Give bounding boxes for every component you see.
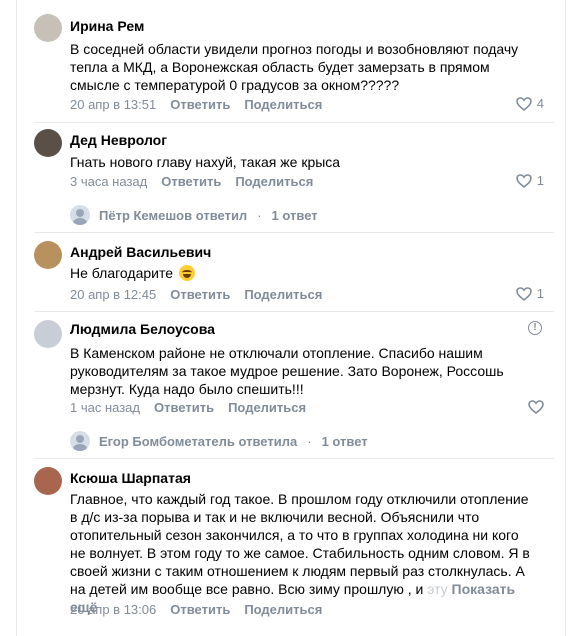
share-button[interactable]: Поделиться — [244, 97, 322, 112]
comment-meta: 3 часа назад Ответить Поделиться — [70, 174, 313, 190]
reply-count: 1 ответ — [271, 207, 318, 223]
avatar[interactable] — [34, 320, 62, 348]
comment-author[interactable]: Ксюша Шарпатая — [70, 469, 191, 487]
comment-text-line: отопительный сезон закончился, а то что … — [70, 527, 519, 543]
heart-icon — [528, 400, 544, 414]
comment-text-line: руководителям за такое мудрое решение. З… — [70, 363, 504, 379]
comment-meta: 20 апр в 13:51 Ответить Поделиться — [70, 97, 322, 113]
comment-meta: 20 апр в 12:45 Ответить Поделиться — [70, 287, 322, 303]
reply-button[interactable]: Ответить — [170, 97, 230, 112]
comment-text-line: в д/с из-за порыва и так и не включили в… — [70, 509, 480, 525]
faded-text: эту — [427, 581, 448, 597]
comment-text-line: Не благодарите — [70, 265, 174, 281]
comment-author[interactable]: Дед Невролог — [70, 131, 167, 149]
comment-text-line: Гнать нового главу нахуй, такая же крыса — [70, 154, 341, 170]
reply-button[interactable]: Ответить — [154, 400, 214, 415]
dot-separator: · — [257, 207, 262, 223]
share-button[interactable]: Поделиться — [228, 400, 306, 415]
heart-icon — [515, 173, 532, 188]
comment-item: Ирина Рем В соседней области увидели про… — [34, 14, 554, 124]
right-border — [565, 0, 566, 636]
replies-thread[interactable]: Егор Бомбометатель ответила · 1 ответ — [70, 431, 368, 451]
like-count: 1 — [536, 286, 544, 301]
comment-text: В соседней области увидели прогноз погод… — [70, 40, 546, 94]
comment-text: Не благодарите — [70, 264, 546, 282]
comment-time[interactable]: 20 апр в 13:06 — [70, 602, 156, 617]
avatar — [70, 431, 90, 451]
reply-author: Егор Бомбометатель ответила — [99, 433, 298, 449]
reply-button[interactable]: Ответить — [161, 174, 221, 189]
comment-text-line: своей жизни с таким отношением к людям п… — [70, 563, 525, 579]
reply-author: Пётр Кемешов ответил — [99, 207, 248, 223]
comment-item: Дед Невролог Гнать нового главу нахуй, т… — [34, 127, 554, 227]
comment-text-line: тепла а МКД, а Воронежская область будет… — [70, 59, 490, 75]
separator — [34, 232, 554, 233]
avatar[interactable] — [34, 467, 62, 495]
comment-meta: 20 апр в 13:06 Ответить Поделиться — [70, 602, 322, 618]
comment-text-fragment: на детей им вообще все равно. Всю зиму п… — [70, 581, 424, 597]
left-border — [16, 0, 17, 636]
comment-item: Ксюша Шарпатая Главное, что каждый год т… — [34, 466, 554, 626]
reply-count: 1 ответ — [321, 433, 368, 449]
comment-time[interactable]: 20 апр в 13:51 — [70, 97, 156, 112]
comment-item: Андрей Васильевич Не благодарите 20 апр … — [34, 240, 554, 310]
like-count: 1 — [536, 173, 544, 188]
comment-text-line: мерзнут. Куда надо было спешить!!! — [70, 381, 304, 397]
like-button[interactable]: 4 — [515, 96, 544, 111]
share-button[interactable]: Поделиться — [244, 602, 322, 617]
comment-text: Главное, что каждый год такое. В прошлом… — [70, 490, 546, 616]
comment-text: Гнать нового главу нахуй, такая же крыса — [70, 153, 546, 171]
like-count: 4 — [536, 96, 544, 111]
comment-text-line: В соседней области увидели прогноз погод… — [70, 41, 519, 57]
warning-icon[interactable]: ! — [528, 321, 542, 335]
heart-icon — [515, 96, 532, 111]
comment-time[interactable]: 1 час назад — [70, 400, 140, 415]
comment-author[interactable]: Андрей Васильевич — [70, 243, 211, 261]
comment-text: В Каменском районе не отключали отоплени… — [70, 344, 546, 398]
reply-button[interactable]: Ответить — [170, 602, 230, 617]
like-button[interactable]: 1 — [515, 173, 544, 188]
separator — [34, 311, 554, 312]
comment-item: Людмила Белоусова ! В Каменском районе н… — [34, 318, 554, 456]
replies-thread[interactable]: Пётр Кемешов ответил · 1 ответ — [70, 205, 318, 225]
avatar[interactable] — [34, 241, 62, 269]
comment-text-line: В Каменском районе не отключали отоплени… — [70, 345, 483, 361]
comment-author[interactable]: Людмила Белоусова — [70, 320, 215, 338]
comment-author[interactable]: Ирина Рем — [70, 17, 144, 35]
comment-time[interactable]: 20 апр в 12:45 — [70, 287, 156, 302]
comment-text-line: смысле с температурой 0 градусов за окно… — [70, 77, 400, 93]
avatar[interactable] — [34, 129, 62, 157]
comment-meta: 1 час назад Ответить Поделиться — [70, 400, 306, 416]
share-button[interactable]: Поделиться — [244, 287, 322, 302]
separator — [34, 122, 554, 123]
comment-text-line: Главное, что каждый год такое. В прошлом… — [70, 491, 529, 507]
share-button[interactable]: Поделиться — [235, 174, 313, 189]
reply-button[interactable]: Ответить — [170, 287, 230, 302]
like-button[interactable] — [528, 400, 544, 414]
comment-text-line: не волнует. В этом году то же самое. Ста… — [70, 545, 530, 561]
dot-separator: · — [307, 433, 312, 449]
heart-icon — [515, 286, 532, 301]
avatar[interactable] — [34, 14, 62, 42]
comment-time[interactable]: 3 часа назад — [70, 174, 147, 189]
separator — [34, 458, 554, 459]
laughing-emoji-icon — [178, 265, 195, 281]
like-button[interactable]: 1 — [515, 286, 544, 301]
avatar — [70, 205, 90, 225]
